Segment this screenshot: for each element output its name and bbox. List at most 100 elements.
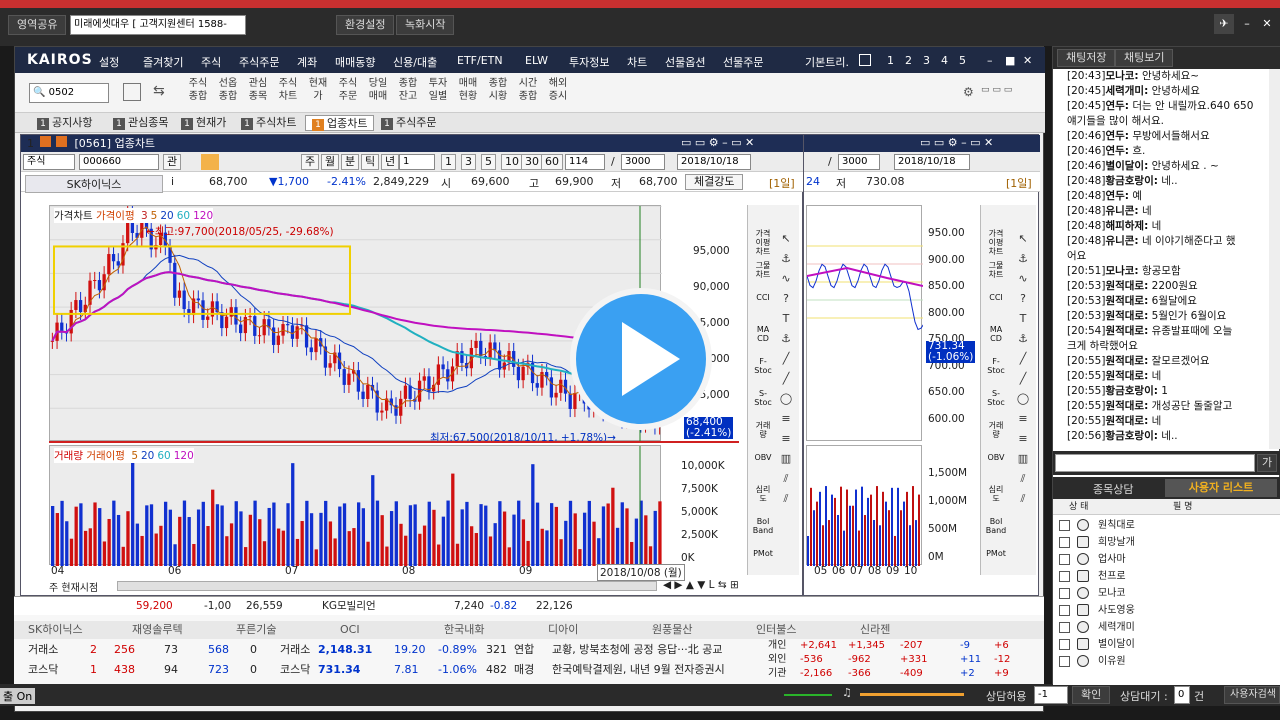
user-row[interactable]: 업사마 <box>1053 551 1280 568</box>
tool-button-4[interactable]: 현재 가 <box>305 77 331 109</box>
chat-author[interactable]: 원적대로: <box>1105 415 1148 427</box>
window2-date-input[interactable]: 2018/10/18 <box>894 154 970 170</box>
user-list-tab[interactable]: 사용자 리스트 <box>1165 479 1277 497</box>
ticker-tab-0[interactable]: SK하이닉스 <box>28 621 83 639</box>
now-point-button[interactable]: 주 현재시점 <box>49 579 98 594</box>
indicator-button-3[interactable]: MA CD <box>752 325 774 343</box>
user-row[interactable]: 천프로 <box>1053 568 1280 585</box>
indicator-button-0[interactable]: 가격 이평 차트 <box>752 229 774 256</box>
menu-item-7[interactable]: ETF/ETN <box>457 54 503 67</box>
chat-scrollbar[interactable] <box>1269 69 1280 449</box>
related-button[interactable]: 관 <box>163 154 182 170</box>
chat-send-button[interactable]: 가 <box>1257 454 1278 472</box>
user-checkbox[interactable] <box>1059 605 1070 616</box>
user-row[interactable]: 희망날개 <box>1053 534 1280 551</box>
indicator-button-7[interactable]: OBV <box>985 453 1007 462</box>
market-select[interactable]: 주식 <box>23 154 75 170</box>
window-close-icon[interactable]: ✕ <box>1023 54 1032 67</box>
volume-slider[interactable] <box>860 693 964 696</box>
window-maximize-icon[interactable]: ■ <box>1005 54 1015 67</box>
screen-tab-4[interactable]: 1 업종차트 <box>305 115 375 131</box>
tool-button-1[interactable]: 선옵 종합 <box>215 77 241 109</box>
ticker-tab-7[interactable]: 인터불스 <box>756 621 796 639</box>
settings-button[interactable]: 환경설정 <box>336 15 395 35</box>
chat-author[interactable]: 모나코: <box>1105 70 1138 82</box>
accept-input[interactable]: -1 <box>1034 686 1068 704</box>
tool-button-0[interactable]: 주식 종합 <box>185 77 211 109</box>
stock-code-input[interactable]: 000660 <box>79 154 159 170</box>
indicator-button-10[interactable]: PMot <box>985 549 1007 558</box>
indicator-button-6[interactable]: 거래 량 <box>752 421 774 439</box>
chat-author[interactable]: 원적대로: <box>1105 355 1148 367</box>
indicator-button-8[interactable]: 심리 도 <box>752 485 774 503</box>
record-button[interactable]: 녹화시작 <box>396 15 455 35</box>
swap-icon[interactable]: ⇆ <box>153 83 171 101</box>
indicator-button-0[interactable]: 가격 이평 차트 <box>985 229 1007 256</box>
total-count-input[interactable]: 3000 <box>621 154 665 170</box>
user-checkbox[interactable] <box>1059 520 1070 531</box>
area-share-button[interactable]: 영역공유 <box>8 15 67 35</box>
page-2[interactable]: 2 <box>905 54 912 67</box>
menu-item-11[interactable]: 선물옵션 <box>665 54 705 70</box>
menu-item-12[interactable]: 선물주문 <box>723 54 763 70</box>
user-row[interactable]: 원칙대로 <box>1053 517 1280 534</box>
user-checkbox[interactable] <box>1059 588 1070 599</box>
window-controls[interactable]: ▭ ▭ ⚙ – ▭ ✕ <box>681 136 754 149</box>
user-row[interactable]: 모나코 <box>1053 585 1280 602</box>
pin-icon[interactable]: ✈ <box>1214 14 1234 34</box>
period-button-4[interactable]: 년 <box>381 154 400 170</box>
period-button-3[interactable]: 틱 <box>361 154 380 170</box>
tool-button-12[interactable]: 해외 증시 <box>545 77 571 109</box>
indicator-button-4[interactable]: F-Stoc <box>752 357 774 375</box>
chat-author[interactable]: 연두: <box>1105 190 1129 202</box>
period-button-2[interactable]: 분 <box>341 154 360 170</box>
user-row[interactable]: 세력개미 <box>1053 619 1280 636</box>
indicator-button-6[interactable]: 거래 량 <box>985 421 1007 439</box>
page-3[interactable]: 3 <box>923 54 930 67</box>
index-volume-plot[interactable] <box>806 445 922 566</box>
interval-button-60[interactable]: 60 <box>541 154 563 170</box>
count-input[interactable]: 114 <box>565 154 605 170</box>
market-row2-news[interactable]: 한국예탁결제원, 내년 9월 전자증권시 <box>552 661 725 679</box>
chat-author[interactable]: 연두: <box>1105 100 1129 112</box>
scroll-controls[interactable]: ◀ ▶ ▲ ▼ L ⇆ ⊞ <box>663 579 739 591</box>
link-icon[interactable] <box>39 136 51 147</box>
menu-item-9[interactable]: 투자정보 <box>569 54 609 70</box>
window2-controls[interactable]: ▭ ▭ ⚙ – ▭ ✕ <box>920 136 993 149</box>
chat-author[interactable]: 황금호랑이: <box>1105 175 1158 187</box>
chat-author[interactable]: 세력개미: <box>1105 85 1148 97</box>
confirm-button[interactable]: 확인 <box>1072 686 1111 704</box>
ticker-tab-4[interactable]: 한국내화 <box>444 621 484 639</box>
user-checkbox[interactable] <box>1059 571 1070 582</box>
trade-strength-button[interactable]: 체결강도 <box>685 174 744 190</box>
index-price-plot[interactable] <box>806 205 923 441</box>
tool-button-10[interactable]: 종합 시황 <box>485 77 511 109</box>
gear-icon[interactable]: ⚙ <box>963 85 974 99</box>
period-button-1[interactable]: 월 <box>321 154 340 170</box>
user-row[interactable]: 이유원 <box>1053 653 1280 670</box>
chat-author[interactable]: 황금호랑이: <box>1105 385 1158 397</box>
volume-icon[interactable]: ♫ <box>842 686 852 699</box>
indicator-button-1[interactable]: 그물 차트 <box>985 261 1007 279</box>
price-plot-area[interactable]: 가격차트 가격이평 3 5 20 60 120 ←최고:97,700(2018/05/2… <box>49 205 662 444</box>
indicator-button-2[interactable]: CCI <box>752 293 774 302</box>
interval-button-3[interactable]: 3 <box>461 154 476 170</box>
account-select[interactable]: 미래에셋대우 [ 고객지원센터 1588- <box>70 15 246 35</box>
info-icon[interactable]: i <box>171 175 174 188</box>
chat-view-tab[interactable]: 채팅보기 <box>1115 49 1174 67</box>
chat-author[interactable]: 해피하제: <box>1105 220 1148 232</box>
page-1[interactable]: 1 <box>887 54 894 67</box>
chat-author[interactable]: 원적대로: <box>1105 400 1148 412</box>
screen-tab-5[interactable]: 1 주식주문 <box>375 115 442 131</box>
date-input[interactable]: 2018/10/18 <box>677 154 751 170</box>
ticker-tab-3[interactable]: OCI <box>340 621 360 639</box>
user-checkbox[interactable] <box>1059 537 1070 548</box>
close-icon[interactable]: ✕ <box>1258 14 1276 34</box>
user-checkbox[interactable] <box>1059 639 1070 650</box>
ticker-tab-5[interactable]: 디아이 <box>548 621 578 639</box>
interval-select[interactable]: 1 <box>399 154 435 170</box>
ticker-tab-6[interactable]: 원풍물산 <box>652 621 692 639</box>
indicator-button-2[interactable]: CCI <box>985 293 1007 302</box>
indicator-button-5[interactable]: S-Stoc <box>985 389 1007 407</box>
tool-button-2[interactable]: 관심 종목 <box>245 77 271 109</box>
